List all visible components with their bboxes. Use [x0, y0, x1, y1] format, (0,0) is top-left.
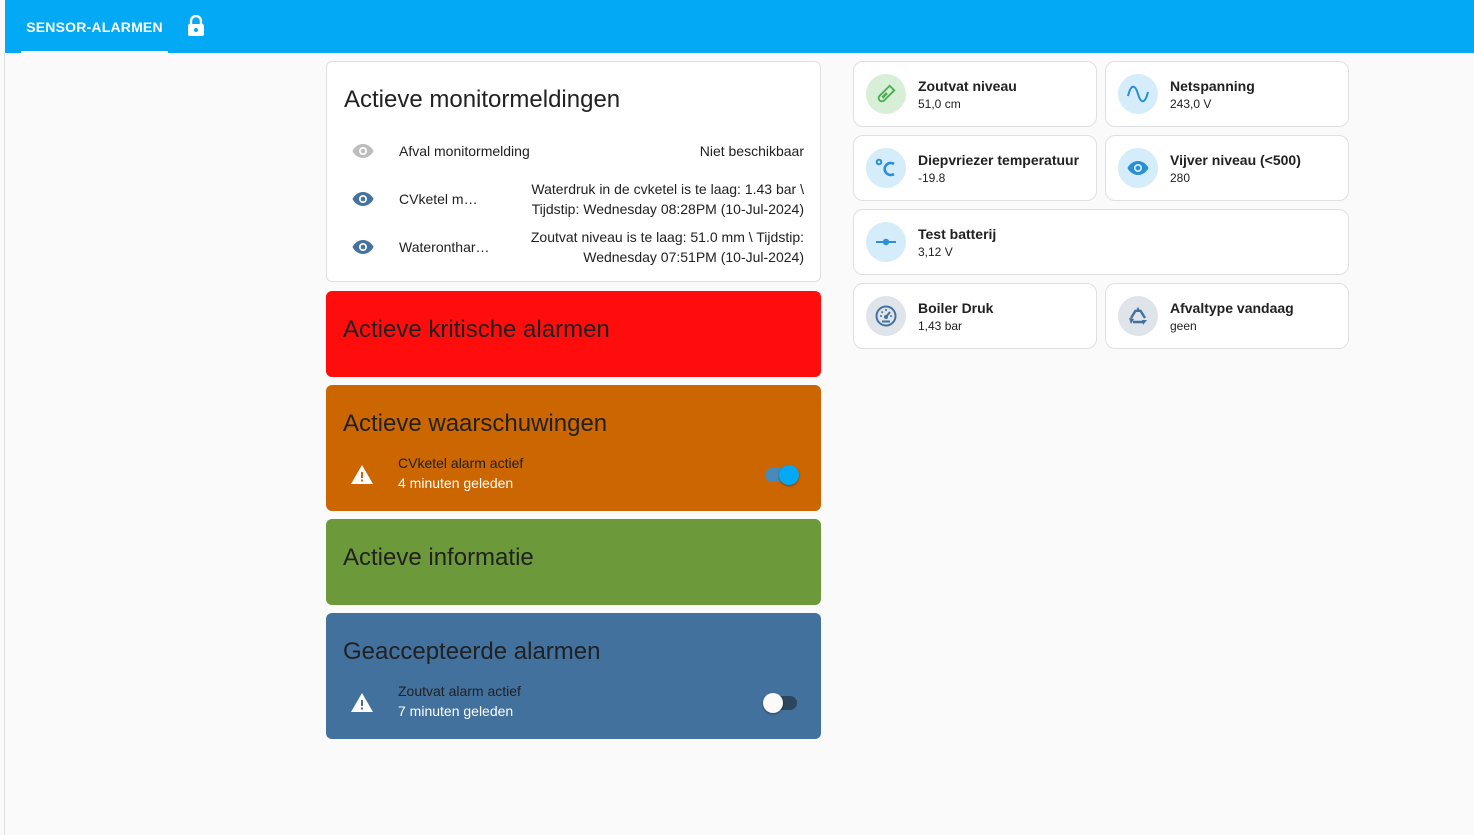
alarm-time: 4 minuten geleden [398, 475, 514, 491]
tile-value: 243,0 V [1170, 97, 1212, 111]
entity-row[interactable]: CVketel m… Waterdruk in de cvketel is te… [327, 177, 820, 221]
critical-alarms-card: Actieve kritische alarmen [326, 291, 821, 377]
monitor-card: Actieve monitormeldingen Afval monitorme… [326, 61, 821, 282]
active-tab-indicator [21, 51, 168, 53]
tile-value: 51,0 cm [918, 97, 961, 111]
tile-test-batterij[interactable]: Test batterij 3,12 V [853, 209, 1349, 275]
card-title: Actieve kritische alarmen [343, 316, 610, 343]
alarm-time: 7 minuten geleden [398, 703, 514, 719]
tile-netspanning[interactable]: Netspanning 243,0 V [1105, 61, 1349, 127]
slider-icon [866, 222, 906, 262]
tile-name: Boiler Druk [918, 300, 994, 316]
tile-value: 3,12 V [918, 245, 953, 259]
eye-icon [351, 235, 375, 259]
warnings-card: Actieve waarschuwingen CVketel alarm act… [326, 385, 821, 511]
alarm-label: Zoutvat alarm actief [398, 683, 521, 699]
tile-afvaltype-vandaag[interactable]: Afvaltype vandaag geen [1105, 283, 1349, 349]
card-title: Actieve informatie [343, 544, 534, 571]
alert-icon [350, 691, 374, 715]
tile-value: 280 [1170, 171, 1191, 185]
tab-label: SENSOR-ALARMEN [26, 18, 163, 35]
tile-name: Afvaltype vandaag [1170, 300, 1294, 316]
toggle-knob [763, 693, 783, 713]
entity-row[interactable]: Afval monitormelding Niet beschikbaar [327, 129, 820, 173]
eye-icon [351, 139, 375, 163]
alarm-toggle[interactable] [763, 693, 799, 713]
entity-name: Afval monitormelding [399, 143, 530, 159]
tile-value: geen [1170, 319, 1197, 333]
tile-name: Vijver niveau (<500) [1170, 152, 1301, 168]
eye-icon [1118, 148, 1158, 188]
tile-boiler-druk[interactable]: Boiler Druk 1,43 bar [853, 283, 1097, 349]
alarm-toggle[interactable] [763, 465, 799, 485]
entity-name: Wateronthar… [399, 239, 490, 255]
sine-wave-icon [1118, 74, 1158, 114]
card-title: Actieve waarschuwingen [343, 410, 608, 437]
sidebar-divider [4, 53, 5, 835]
tile-vijver-niveau[interactable]: Vijver niveau (<500) 280 [1105, 135, 1349, 201]
tile-zoutvat-niveau[interactable]: Zoutvat niveau 51,0 cm [853, 61, 1097, 127]
tab-sensor-alarmen[interactable]: SENSOR-ALARMEN [21, 0, 168, 53]
toggle-knob [779, 465, 799, 485]
alarm-row[interactable]: CVketel alarm actief 4 minuten geleden [326, 453, 821, 497]
card-title: Geaccepteerde alarmen [343, 638, 601, 665]
entity-row[interactable]: Wateronthar… Zoutvat niveau is te laag: … [327, 225, 820, 269]
tile-diepvriezer[interactable]: Diepvriezer temperatuur -19.8 [853, 135, 1097, 201]
entity-state: Zoutvat niveau is te laag: 51.0 mm \ Tij… [531, 227, 804, 267]
tile-name: Diepvriezer temperatuur [918, 152, 1080, 168]
tile-value: -19.8 [918, 171, 946, 185]
state-line: Tijdstip: Wednesday 08:28PM (10-Jul-2024… [531, 201, 804, 217]
state-line: Wednesday 07:51PM (10-Jul-2024) [583, 249, 804, 265]
alarm-label: CVketel alarm actief [398, 455, 524, 471]
alarm-row[interactable]: Zoutvat alarm actief 7 minuten geleden [326, 681, 821, 725]
lock-icon[interactable] [185, 13, 207, 39]
alert-icon [350, 463, 374, 487]
tile-name: Test batterij [918, 226, 997, 242]
celsius-icon [866, 148, 906, 188]
accepted-alarms-card: Geaccepteerde alarmen Zoutvat alarm acti… [326, 613, 821, 739]
info-card: Actieve informatie [326, 519, 821, 605]
entity-state: Waterdruk in de cvketel is te laag: 1.43… [531, 179, 804, 219]
tile-value: 1,43 bar [918, 319, 963, 333]
recycle-icon [1118, 296, 1158, 336]
state-line: Zoutvat niveau is te laag: 51.0 mm \ Tij… [530, 229, 804, 245]
tile-name: Zoutvat niveau [918, 78, 1017, 94]
state-line: Waterdruk in de cvketel is te laag: 1.43… [531, 181, 804, 197]
entity-state: Niet beschikbaar [699, 143, 804, 159]
eye-icon [351, 187, 375, 211]
gauge-icon [866, 296, 906, 336]
top-app-bar: SENSOR-ALARMEN [5, 0, 1474, 53]
card-title: Actieve monitormeldingen [344, 86, 621, 113]
test-tube-icon [866, 74, 906, 114]
entity-name: CVketel m… [399, 191, 478, 207]
tile-name: Netspanning [1170, 78, 1255, 94]
